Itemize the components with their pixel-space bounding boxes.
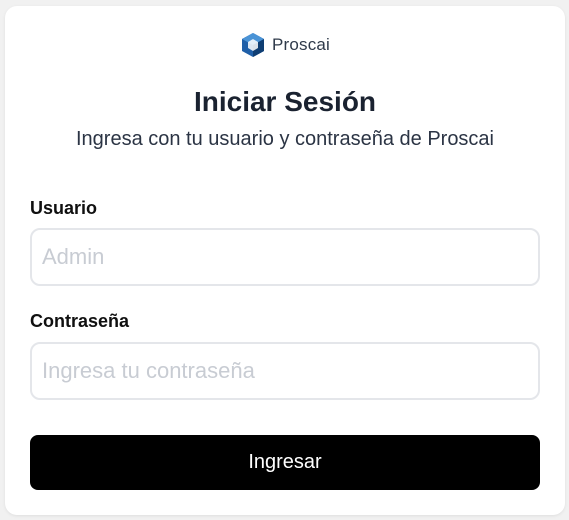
proscai-logo-icon	[240, 32, 266, 58]
username-input[interactable]	[30, 228, 540, 286]
password-label: Contraseña	[30, 311, 130, 331]
password-input[interactable]	[30, 342, 540, 400]
username-label: Usuario	[30, 198, 98, 218]
brand: Proscai	[5, 32, 565, 58]
page-subtitle: Ingresa con tu usuario y contraseña de P…	[75, 128, 495, 150]
login-card: Proscai Iniciar Sesión Ingresa con tu us…	[5, 6, 565, 515]
page-title: Iniciar Sesión	[193, 86, 377, 117]
submit-button[interactable]: Ingresar	[30, 435, 540, 490]
brand-name: Proscai	[271, 35, 331, 54]
